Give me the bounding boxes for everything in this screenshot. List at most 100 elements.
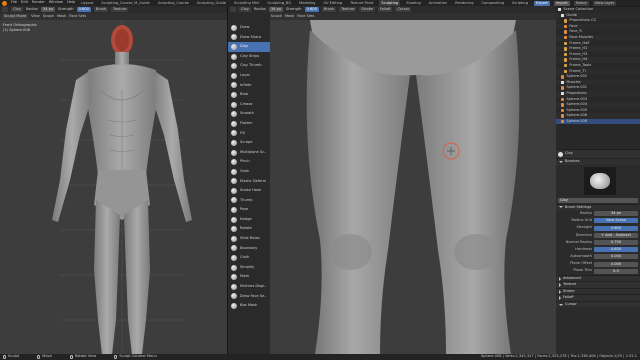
stroke-menu[interactable]: Stroke (359, 7, 375, 12)
tool-boundary[interactable]: Boundary (228, 244, 270, 254)
tool-smooth[interactable]: Smooth (228, 109, 270, 119)
tool-elastic-deform[interactable]: Elastic Deform (228, 177, 270, 187)
tool-layer[interactable]: Layer (228, 71, 270, 81)
menu-sculpt[interactable]: Sculpt (43, 14, 54, 19)
tool-draw[interactable]: Draw (228, 23, 270, 33)
tool-clay[interactable]: Clay (228, 42, 270, 52)
snake-hook-icon (231, 187, 237, 194)
texture-menu[interactable]: Texture (339, 7, 357, 12)
radius-field[interactable]: 34 px (40, 7, 56, 12)
menu-face-sets[interactable]: Face Sets (69, 14, 86, 19)
tool-flatten[interactable]: Flatten (228, 119, 270, 129)
tool-box-mask[interactable]: Box Mask (228, 301, 270, 311)
cursor-section[interactable]: Cursor (556, 300, 640, 308)
tool-crease[interactable]: Crease (228, 100, 270, 110)
menu-mask[interactable]: Mask (285, 14, 294, 19)
tool-snake-hook[interactable]: Snake Hook (228, 186, 270, 196)
tool-cloth[interactable]: Cloth (228, 253, 270, 263)
radius-field[interactable]: 34 px (594, 211, 638, 217)
tool-inflate[interactable]: Inflate (228, 81, 270, 91)
tool-simplify[interactable]: Simplify (228, 263, 270, 273)
menu-view[interactable]: View (31, 14, 40, 19)
brush-selector[interactable]: Clay (239, 7, 251, 12)
strength-field[interactable]: 0.600 (304, 7, 319, 12)
tool-grab[interactable]: Grab (228, 167, 270, 177)
brush-preview-row (556, 165, 640, 197)
strength-field[interactable]: 0.600 (594, 225, 638, 231)
brush-menu[interactable]: Brush (321, 7, 337, 12)
brush-name-field[interactable]: Clay (558, 197, 638, 203)
tool-blob[interactable]: Blob (228, 90, 270, 100)
tool-pinch[interactable]: Pinch (228, 157, 270, 167)
chevron-down-icon (559, 303, 563, 306)
radius-unit-toggle[interactable]: View Scene (594, 218, 638, 224)
status-bar: Sculpt Move Rotate View Sculpt Context M… (0, 354, 640, 360)
tool-draw-sharp[interactable]: Draw Sharp (228, 33, 270, 43)
scene-selector[interactable]: Scene (573, 0, 589, 6)
tool-scrape[interactable]: Scrape (228, 138, 270, 148)
cursor-menu[interactable]: Cursor (395, 7, 412, 12)
hardness-field[interactable]: 0.650 (594, 247, 638, 253)
right-viewport[interactable]: Front Orthographic (1) Sphere.008 (230, 20, 556, 354)
tool-multires-displacement[interactable]: Multires Displ.. (228, 282, 270, 292)
setting-row: Radius Unit View Scene (556, 217, 640, 224)
mesh-icon (561, 103, 565, 107)
import-button[interactable]: Import (553, 0, 570, 6)
outliner-row-selected[interactable]: Sphere.008 (556, 118, 640, 125)
setting-row: Autosmooth 0.000 (556, 253, 640, 260)
normal-radius-field[interactable]: 0.750 (594, 240, 638, 246)
menu-file[interactable]: File (11, 1, 17, 5)
plane-offset-field[interactable]: 0.000 (594, 261, 638, 267)
brush-icon[interactable] (2, 7, 8, 12)
menu-sculpt[interactable]: Sculpt (271, 14, 282, 19)
boundary-icon (231, 245, 237, 252)
menu-edit[interactable]: Edit (21, 1, 28, 5)
menu-window[interactable]: Window (49, 1, 63, 5)
menu-render[interactable]: Render (32, 1, 45, 5)
menu-help[interactable]: Help (67, 1, 75, 5)
collection-icon (561, 80, 565, 85)
texture-menu[interactable]: Texture (111, 7, 129, 12)
tool-thumb[interactable]: Thumb (228, 196, 270, 206)
human-figure-sculpt (52, 20, 192, 354)
object-icon (564, 69, 568, 74)
rotate-icon (231, 226, 237, 233)
blender-logo-icon[interactable] (2, 0, 7, 6)
tool-mask[interactable]: Mask (228, 272, 270, 282)
outliner: Scene Collection Guide Proportions CS Fa… (556, 7, 640, 149)
setting-row: Direction + Add - Subtract (556, 232, 640, 239)
brush-selector[interactable]: Clay (11, 7, 23, 12)
radius-field[interactable]: 34 px (268, 7, 284, 12)
export-button[interactable]: Export (534, 0, 550, 6)
brush-preview[interactable] (584, 166, 616, 195)
mesh-icon (564, 24, 568, 29)
tool-multiplane-scrape[interactable]: Multiplane Sc.. (228, 148, 270, 158)
tool-rotate[interactable]: Rotate (228, 224, 270, 234)
pinch-icon (231, 159, 237, 166)
nudge-icon (231, 216, 237, 223)
smooth-icon (231, 111, 237, 118)
mode-selector[interactable]: Sculpt Mode (2, 14, 29, 19)
menu-mask[interactable]: Mask (57, 14, 66, 19)
view-layer-selector[interactable]: View Layer (592, 0, 617, 6)
tool-pose[interactable]: Pose (228, 205, 270, 215)
object-icon (564, 19, 568, 23)
autosmooth-field[interactable]: 0.000 (594, 254, 638, 260)
menu-face-sets[interactable]: Face Sets (297, 14, 314, 19)
left-viewport[interactable]: Front Orthographic (1) Sphere.008 (0, 20, 228, 354)
status-context-menu: Sculpt Context Menu (114, 355, 157, 360)
direction-toggle[interactable]: + Add - Subtract (594, 232, 638, 238)
chevron-right-icon (559, 276, 561, 281)
tool-slide-relax[interactable]: Slide Relax (228, 234, 270, 244)
tool-clay-strips[interactable]: Clay Strips (228, 52, 270, 62)
tool-clay-thumb[interactable]: Clay Thumb (228, 61, 270, 71)
brush-menu[interactable]: Brush (93, 7, 109, 12)
strength-field[interactable]: 0.600 (76, 7, 91, 12)
falloff-menu[interactable]: Falloff (377, 7, 393, 12)
tool-draw-face-sets[interactable]: Draw Face Se.. (228, 292, 270, 302)
brush-icon[interactable] (230, 7, 236, 12)
object-icon (564, 58, 568, 62)
tool-nudge[interactable]: Nudge (228, 215, 270, 225)
plane-trim-field[interactable]: 0.5 (594, 268, 638, 274)
tool-fill[interactable]: Fill (228, 129, 270, 139)
